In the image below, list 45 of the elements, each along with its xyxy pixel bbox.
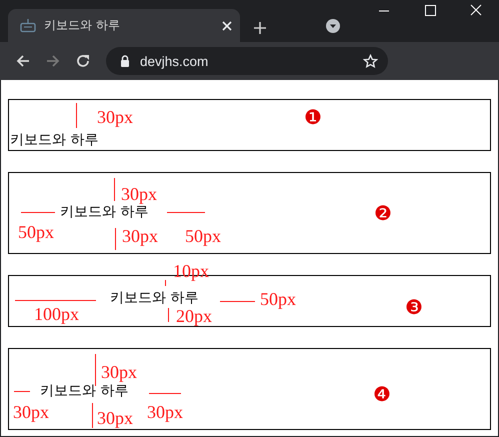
lock-icon [120, 55, 130, 67]
plus-icon[interactable] [254, 22, 266, 34]
leader-line [220, 301, 255, 302]
sample-text: 키보드와 하루 [110, 289, 198, 307]
left-arrow-icon [15, 53, 31, 69]
padding-label: 30px [13, 402, 49, 422]
star-icon[interactable] [363, 54, 378, 68]
padding-label: 30px [147, 402, 183, 422]
leader-line [21, 212, 55, 213]
padding-label: 50px [260, 289, 296, 309]
leader-line [76, 103, 77, 128]
leader-line [14, 391, 30, 392]
address-bar[interactable]: devjhs.com [106, 47, 388, 75]
leader-line [167, 212, 205, 213]
step-number: ❸ [405, 296, 423, 318]
step-number: ❹ [373, 383, 391, 405]
padding-label: 50px [18, 222, 54, 242]
padding-label: 30px [101, 362, 137, 382]
step-number: ❶ [304, 106, 322, 128]
leader-line [149, 393, 181, 394]
sample-text: 키보드와 하루 [40, 382, 128, 400]
dropdown-icon[interactable] [326, 19, 340, 33]
leader-line [165, 280, 166, 286]
leader-line [115, 228, 116, 250]
step-number: ❷ [374, 202, 392, 224]
url-text: devjhs.com [140, 54, 210, 68]
padding-label: 30px [122, 226, 158, 246]
browser-tab[interactable]: 키보드와 하루 [8, 9, 240, 42]
padding-label: 50px [185, 226, 221, 246]
padding-label: 30px [97, 408, 133, 428]
close-icon[interactable] [222, 20, 232, 30]
leader-line [114, 178, 115, 201]
padding-label: 20px [176, 306, 212, 326]
leader-line [95, 354, 96, 386]
padding-label: 30px [97, 107, 133, 127]
sample-text: 키보드와 하루 [60, 204, 148, 221]
padding-label: 100px [34, 304, 79, 324]
leader-line [92, 403, 93, 428]
reload-icon [75, 53, 91, 69]
leader-line [168, 308, 169, 322]
padding-label: 30px [121, 184, 157, 204]
tab-title: 키보드와 하루 [44, 17, 121, 34]
right-arrow-icon [45, 53, 61, 69]
sample-text: 키보드와 하루 [10, 131, 98, 149]
keyboard-icon [20, 18, 36, 32]
